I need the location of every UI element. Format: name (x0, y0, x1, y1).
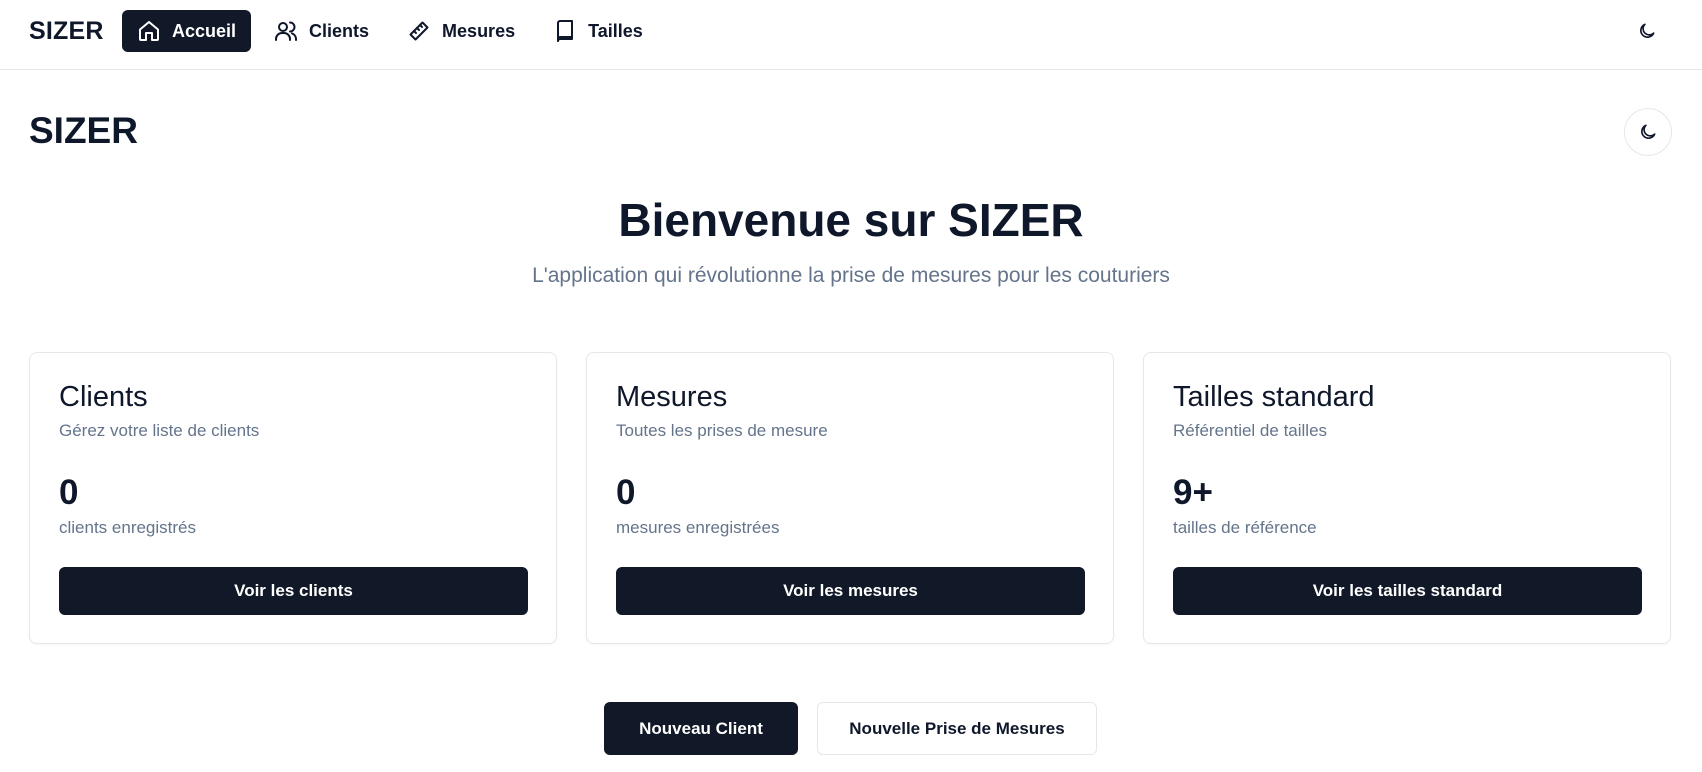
card-count: 0 (616, 473, 636, 512)
moon-icon (1641, 124, 1656, 139)
moon-icon (1640, 23, 1655, 38)
brand-logo[interactable]: SIZER (29, 17, 104, 46)
card-count-label: tailles de référence (1173, 518, 1317, 537)
card-count-label: clients enregistrés (59, 518, 197, 537)
hero-subtitle: L'application qui révolutionne la prise … (532, 264, 1170, 287)
card-title: Clients (59, 381, 148, 413)
card-description: Toutes les prises de mesure (616, 421, 828, 440)
theme-toggle-button[interactable] (1631, 15, 1663, 47)
new-measurement-button[interactable]: Nouvelle Prise de Mesures (817, 702, 1097, 755)
nav-item-label: Tailles (588, 20, 643, 41)
users-icon (275, 21, 298, 41)
hero-title: Bienvenue sur SIZER (618, 194, 1084, 246)
card-tailles-standard: Tailles standard Référentiel de tailles … (1143, 352, 1671, 644)
ruler-icon (409, 21, 429, 41)
card-count: 0 (59, 473, 79, 512)
view-mesures-button[interactable]: Voir les mesures (616, 567, 1085, 615)
nav-item-label: Accueil (172, 20, 237, 41)
view-clients-button[interactable]: Voir les clients (59, 567, 528, 615)
nav-item-accueil[interactable]: Accueil (122, 10, 252, 52)
nav-item-label: Clients (309, 20, 370, 41)
card-mesures: Mesures Toutes les prises de mesure 0 me… (586, 352, 1114, 644)
card-title: Mesures (616, 381, 728, 413)
theme-toggle-round-button[interactable] (1624, 108, 1672, 156)
card-clients: Clients Gérez votre liste de clients 0 c… (29, 352, 557, 644)
nav-item-clients[interactable]: Clients (259, 10, 384, 52)
card-description: Gérez votre liste de clients (59, 421, 260, 440)
new-client-button[interactable]: Nouveau Client (604, 702, 798, 755)
top-navbar: SIZER Accueil Clients Mesures Tailles (0, 0, 1702, 70)
home-icon (139, 21, 159, 41)
card-count-label: mesures enregistrées (616, 518, 780, 537)
book-icon (557, 20, 574, 42)
nav-item-tailles[interactable]: Tailles (538, 10, 658, 52)
view-tailles-button[interactable]: Voir les tailles standard (1173, 567, 1642, 615)
nav-item-mesures[interactable]: Mesures (392, 10, 530, 52)
card-title: Tailles standard (1173, 381, 1375, 413)
nav-item-label: Mesures (442, 20, 516, 41)
card-description: Référentiel de tailles (1173, 421, 1328, 440)
card-count: 9+ (1173, 473, 1213, 512)
page-title: SIZER (29, 110, 138, 151)
main-nav: Accueil Clients Mesures Tailles (122, 10, 658, 52)
